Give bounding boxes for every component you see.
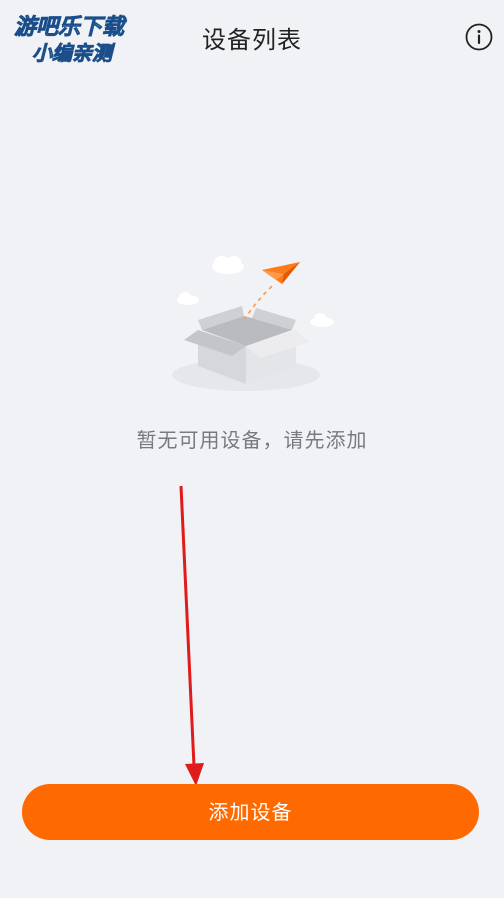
watermark-line-1: 游吧乐下载	[14, 15, 127, 40]
empty-box-icon	[172, 256, 334, 391]
empty-state-message: 暂无可用设备，请先添加	[136, 428, 368, 452]
device-list-screen: 设备列表 游吧乐下载 小编亲测 暂无可用设备，请先添加 添加设备	[0, 0, 504, 898]
watermark-line-2: 小编亲测	[32, 41, 116, 65]
watermark-logo: 游吧乐下载 小编亲测	[14, 15, 128, 66]
info-icon[interactable]	[464, 22, 494, 52]
add-device-button[interactable]: 添加设备	[22, 784, 479, 840]
